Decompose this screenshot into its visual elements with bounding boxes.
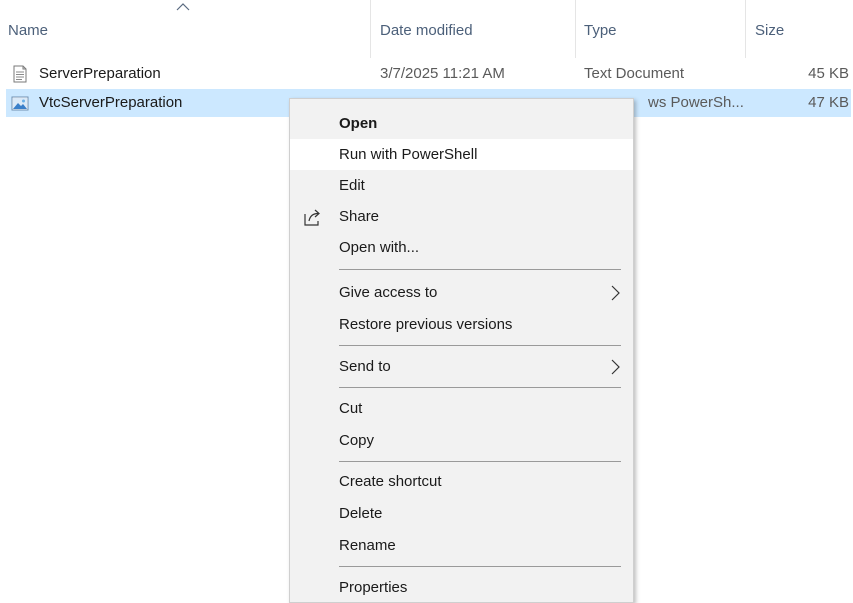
file-name: VtcServerPreparation <box>39 94 183 111</box>
menu-item-properties[interactable]: Properties <box>290 572 633 603</box>
menu-separator <box>339 566 621 567</box>
chevron-right-icon <box>611 285 620 301</box>
menu-item-label: Copy <box>339 432 375 449</box>
context-menu: Open Run with PowerShell Edit Share Open… <box>289 98 634 603</box>
column-header-type[interactable]: Type <box>584 22 617 39</box>
column-divider[interactable] <box>745 0 746 58</box>
menu-item-open[interactable]: Open <box>290 108 633 139</box>
powershell-script-icon <box>11 96 29 111</box>
file-type: ws PowerSh... <box>648 94 744 111</box>
column-header-size[interactable]: Size <box>755 22 784 39</box>
column-divider[interactable] <box>370 0 371 58</box>
menu-item-rename[interactable]: Rename <box>290 530 633 561</box>
menu-item-edit[interactable]: Edit <box>290 170 633 201</box>
sort-ascending-icon[interactable] <box>176 2 190 12</box>
column-divider[interactable] <box>575 0 576 58</box>
column-header-name[interactable]: Name <box>8 22 48 39</box>
menu-item-label: Share <box>339 208 380 225</box>
menu-item-label: Open <box>339 115 378 132</box>
menu-item-restore-previous-versions[interactable]: Restore previous versions <box>290 309 633 340</box>
menu-separator <box>339 461 621 462</box>
menu-item-label: Edit <box>339 177 365 194</box>
menu-item-share[interactable]: Share <box>290 201 633 232</box>
menu-item-label: Create shortcut <box>339 473 442 490</box>
chevron-right-icon <box>611 359 620 375</box>
menu-item-run-with-powershell[interactable]: Run with PowerShell <box>290 139 633 170</box>
menu-item-send-to[interactable]: Send to <box>290 351 633 382</box>
menu-item-open-with[interactable]: Open with... <box>290 232 633 263</box>
column-header-bar: Name Date modified Type Size <box>0 0 853 60</box>
menu-item-label: Rename <box>339 537 396 554</box>
menu-item-label: Run with PowerShell <box>339 146 478 163</box>
file-name: ServerPreparation <box>39 65 161 82</box>
file-explorer: Name Date modified Type Size ServerPrepa… <box>0 0 853 603</box>
menu-item-label: Send to <box>339 358 391 375</box>
menu-item-create-shortcut[interactable]: Create shortcut <box>290 466 633 497</box>
menu-separator <box>339 387 621 388</box>
menu-item-give-access-to[interactable]: Give access to <box>290 277 633 308</box>
menu-item-label: Delete <box>339 505 383 522</box>
menu-item-copy[interactable]: Copy <box>290 425 633 456</box>
menu-item-label: Give access to <box>339 284 438 301</box>
menu-item-label: Cut <box>339 400 363 417</box>
menu-item-cut[interactable]: Cut <box>290 393 633 424</box>
text-document-icon <box>13 65 27 83</box>
file-date-modified: 3/7/2025 11:21 AM <box>380 65 505 82</box>
menu-separator <box>339 269 621 270</box>
menu-item-label: Properties <box>339 579 408 596</box>
file-size: 47 KB <box>808 94 849 111</box>
column-header-date-modified[interactable]: Date modified <box>380 22 473 39</box>
menu-item-delete[interactable]: Delete <box>290 498 633 529</box>
menu-item-label: Restore previous versions <box>339 316 513 333</box>
menu-item-label: Open with... <box>339 239 420 256</box>
menu-separator <box>339 345 621 346</box>
file-row-serverpreparation[interactable]: ServerPreparation 3/7/2025 11:21 AM Text… <box>6 60 851 88</box>
file-size: 45 KB <box>808 65 849 82</box>
share-icon <box>304 209 320 226</box>
file-type: Text Document <box>584 65 685 82</box>
